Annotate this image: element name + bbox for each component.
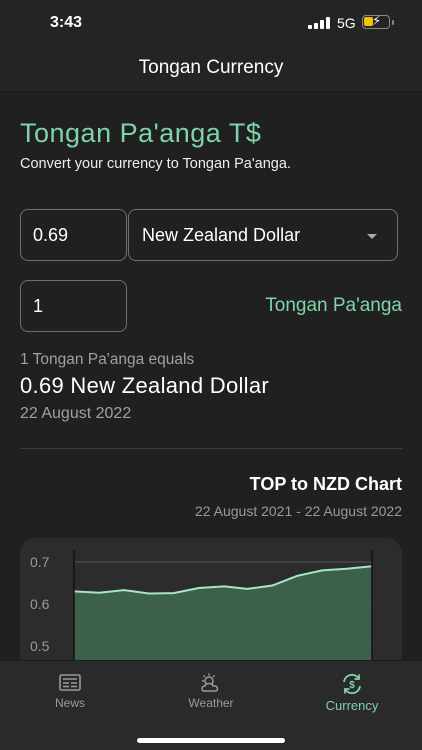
tab-news-label: News xyxy=(54,696,85,710)
chart-date-range: 22 August 2021 - 22 August 2022 xyxy=(194,503,402,519)
tab-weather[interactable]: Weather xyxy=(141,673,281,710)
result-date: 22 August 2022 xyxy=(20,405,132,422)
paanga-label: Tongan Pa'anga xyxy=(265,295,402,316)
conversion-result: 0.69 New Zealand Dollar xyxy=(20,373,270,398)
y-tick-label: 0.6 xyxy=(30,596,50,612)
equals-text: 1 Tongan Pa'anga equals xyxy=(20,351,195,368)
dropdown-caret-icon xyxy=(367,234,377,239)
tab-weather-label: Weather xyxy=(188,696,234,710)
battery-icon: ⚡ xyxy=(362,13,390,29)
svg-text:$: $ xyxy=(349,680,355,691)
network-type: 5G xyxy=(337,15,356,31)
signal-icon xyxy=(308,17,330,29)
tab-bar: News Weather $ Currency xyxy=(0,660,422,750)
nav-bar: Tongan Currency xyxy=(0,46,422,92)
y-tick-label: 0.5 xyxy=(30,638,50,654)
currency-select-value: New Zealand Dollar xyxy=(142,225,301,245)
tab-currency[interactable]: $ Currency xyxy=(282,673,422,713)
amount-input[interactable]: 0.69 xyxy=(20,209,127,261)
currency-select[interactable]: New Zealand Dollar xyxy=(128,209,398,261)
currency-exchange-icon: $ xyxy=(343,673,361,695)
tab-news[interactable]: News xyxy=(0,673,140,710)
newspaper-icon xyxy=(59,674,81,691)
divider xyxy=(20,448,402,449)
paanga-amount-input[interactable]: 1 xyxy=(20,280,127,332)
currency-subheading: Convert your currency to Tongan Pa'anga. xyxy=(20,156,291,172)
battery-cap xyxy=(392,20,394,25)
sun-cloud-icon xyxy=(201,673,219,692)
currency-heading: Tongan Pa'anga T$ xyxy=(20,118,262,148)
status-bar: 3:43 5G ⚡ xyxy=(0,0,422,46)
chart-title: TOP to NZD Chart xyxy=(249,474,402,494)
status-time: 3:43 xyxy=(50,14,83,31)
y-tick-label: 0.7 xyxy=(30,554,50,570)
tab-currency-label: Currency xyxy=(325,698,379,713)
home-indicator xyxy=(137,738,285,743)
page-title: Tongan Currency xyxy=(138,57,284,78)
